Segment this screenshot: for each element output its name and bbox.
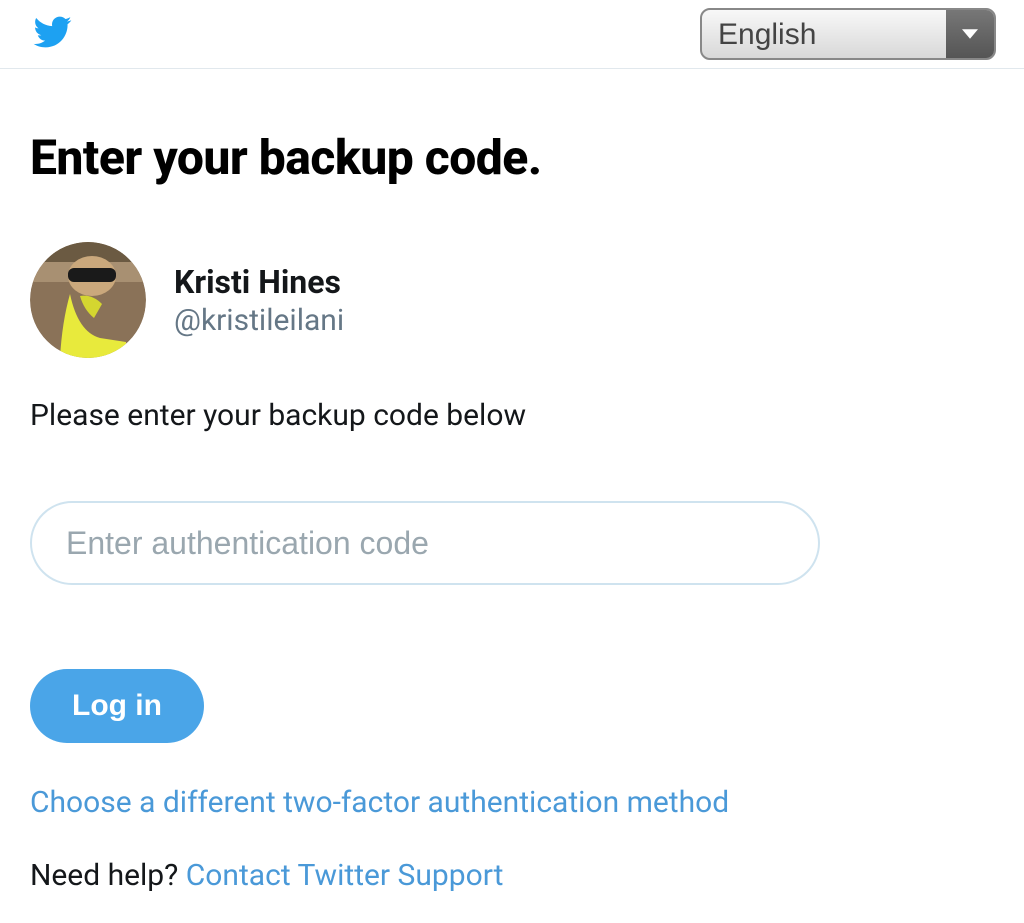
- main-content: Enter your backup code. Kristi Hines: [0, 69, 1024, 923]
- contact-support-link[interactable]: Contact Twitter Support: [186, 858, 504, 893]
- user-handle: @kristileilani: [174, 303, 344, 338]
- user-row: Kristi Hines @kristileilani: [30, 242, 994, 358]
- alt-method-link[interactable]: Choose a different two-factor authentica…: [30, 785, 994, 820]
- avatar: [30, 242, 146, 358]
- top-header: English: [0, 0, 1024, 69]
- language-selector[interactable]: English: [700, 8, 996, 60]
- twitter-logo-icon: [28, 12, 76, 56]
- language-select[interactable]: English: [700, 8, 996, 60]
- user-info: Kristi Hines @kristileilani: [174, 263, 344, 338]
- help-row: Need help? Contact Twitter Support: [30, 858, 994, 893]
- instruction-text: Please enter your backup code below: [30, 398, 994, 433]
- login-button[interactable]: Log in: [30, 669, 204, 743]
- page-title: Enter your backup code.: [30, 129, 994, 186]
- help-prefix: Need help?: [30, 858, 186, 893]
- user-name: Kristi Hines: [174, 263, 344, 301]
- auth-code-input[interactable]: [30, 501, 820, 585]
